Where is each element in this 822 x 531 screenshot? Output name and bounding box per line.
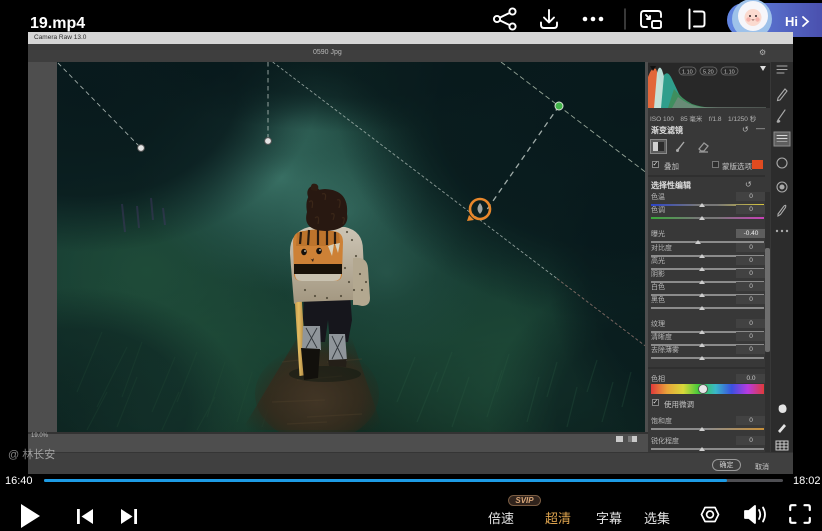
svg-text:5.20: 5.20 [703,70,714,76]
svg-text:1.10: 1.10 [724,70,735,76]
svg-text:1.10: 1.10 [682,70,693,76]
